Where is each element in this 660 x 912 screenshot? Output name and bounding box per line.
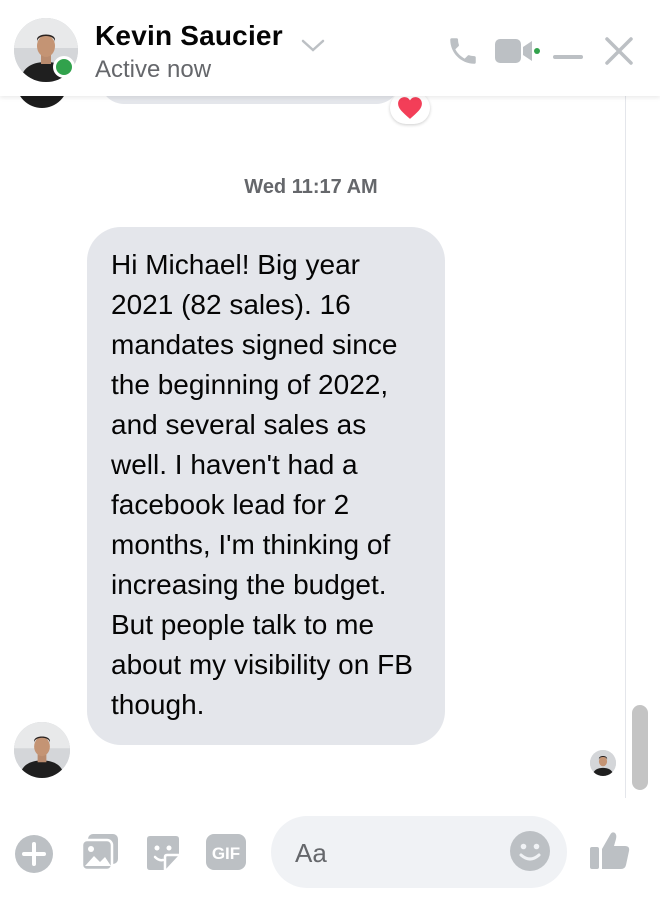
scrollbar-track[interactable]: [625, 96, 658, 798]
gif-icon[interactable]: GIF: [206, 834, 246, 875]
minimize-icon[interactable]: [553, 48, 583, 66]
previous-message-bubble[interactable]: [100, 96, 400, 104]
video-camera-icon[interactable]: [494, 36, 542, 71]
chat-header: Kevin Saucier Active now: [0, 0, 660, 96]
plus-icon[interactable]: [14, 834, 54, 879]
emoji-icon[interactable]: [509, 830, 551, 877]
close-icon[interactable]: [604, 36, 634, 71]
message-input-container[interactable]: [271, 816, 567, 888]
chat-window: Kevin Saucier Active now Wed 11:17 AM Hi…: [0, 0, 660, 912]
phone-icon[interactable]: [446, 34, 480, 73]
sticker-icon[interactable]: [143, 833, 183, 878]
photo-icon[interactable]: [80, 832, 120, 877]
gif-label: GIF: [212, 844, 240, 863]
previous-message-avatar: [16, 96, 68, 108]
scrollbar-thumb[interactable]: [632, 705, 648, 790]
chevron-down-icon[interactable]: [300, 38, 326, 59]
thumbs-up-icon[interactable]: [588, 829, 632, 878]
message-timestamp: Wed 11:17 AM: [244, 176, 378, 198]
read-receipt-avatar: [590, 750, 616, 776]
contact-status: Active now: [95, 56, 212, 83]
message-input[interactable]: [293, 832, 497, 874]
active-status-dot: [53, 56, 75, 78]
message-composer: GIF: [0, 798, 660, 912]
message-list: Wed 11:17 AM Hi Michael! Big year 2021 (…: [0, 96, 660, 798]
heart-icon: [398, 97, 422, 119]
contact-name[interactable]: Kevin Saucier: [95, 20, 283, 52]
heart-reaction[interactable]: [390, 96, 430, 124]
sender-avatar[interactable]: [14, 722, 70, 778]
message-bubble[interactable]: Hi Michael! Big year 2021 (82 sales). 16…: [87, 227, 445, 745]
